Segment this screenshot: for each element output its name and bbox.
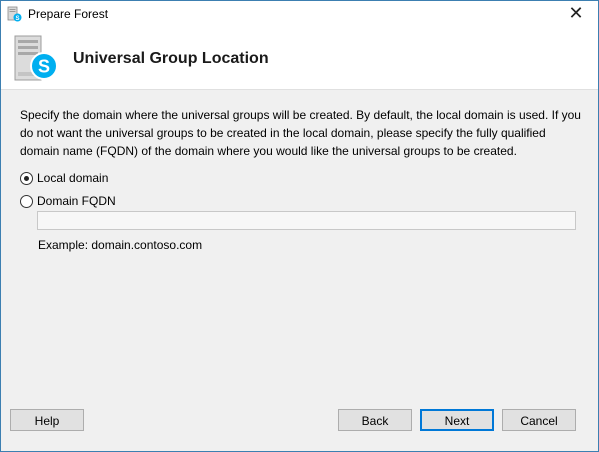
svg-text:S: S bbox=[38, 57, 50, 77]
description-text: Specify the domain where the universal g… bbox=[20, 108, 581, 158]
next-button[interactable]: Next bbox=[420, 409, 494, 431]
help-button[interactable]: Help bbox=[10, 409, 84, 431]
example-text: Example: domain.contoso.com bbox=[38, 238, 203, 252]
radio-button-selected[interactable] bbox=[20, 172, 33, 185]
window-title: Prepare Forest bbox=[28, 7, 109, 21]
radio-button-unselected[interactable] bbox=[20, 195, 33, 208]
title-bar: S Prepare Forest ✕ bbox=[1, 1, 598, 27]
radio-label-domain-fqdn: Domain FQDN bbox=[37, 194, 116, 208]
close-button[interactable]: ✕ bbox=[558, 1, 594, 27]
fqdn-input[interactable] bbox=[37, 211, 576, 230]
skype-server-icon: S bbox=[11, 34, 61, 84]
radio-label-local-domain: Local domain bbox=[37, 171, 109, 185]
back-button[interactable]: Back bbox=[338, 409, 412, 431]
svg-text:S: S bbox=[15, 16, 19, 22]
dialog-window: S Prepare Forest ✕ S Universal Group Loc… bbox=[0, 0, 599, 452]
cancel-button[interactable]: Cancel bbox=[502, 409, 576, 431]
app-server-icon: S bbox=[6, 6, 22, 22]
page-title: Universal Group Location bbox=[73, 50, 269, 67]
wizard-header: S Universal Group Location bbox=[1, 27, 598, 90]
